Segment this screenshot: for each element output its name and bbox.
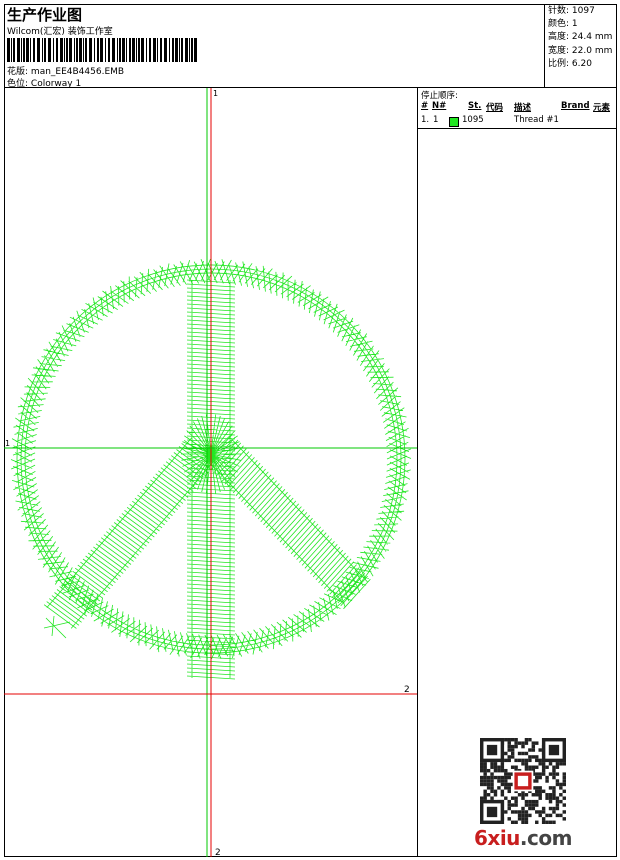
row-number: 1. xyxy=(421,115,430,125)
stat-width: 宽度: 22.0 mm xyxy=(548,45,613,56)
col-header-element: 元素 xyxy=(593,103,611,113)
axis-label-top: 1 xyxy=(213,89,218,98)
page-title: 生产作业图 xyxy=(7,6,83,24)
row-code: 1095 xyxy=(462,115,484,125)
studio-name: Wilcom(汇宏) 装饰工作室 xyxy=(7,27,113,37)
peace-sign-embroidery: 1 1 2 2 xyxy=(4,88,417,857)
col-header-brand: Brand xyxy=(561,101,590,111)
stat-colors: 颜色: 1 xyxy=(548,19,578,30)
stop-sequence-header: # N# St. 代码 描述 Brand 元素 xyxy=(418,101,617,114)
stop-sequence-title: 停止顺序: xyxy=(421,91,458,101)
col-header-num: # xyxy=(421,101,429,111)
sheet-header: 生产作业图 Wilcom(汇宏) 装饰工作室 花版: man_EE4B4456.… xyxy=(4,4,617,89)
axis-label-bottom: 2 xyxy=(215,848,221,857)
axis-label-right: 2 xyxy=(404,685,410,695)
thread-color-swatch xyxy=(449,117,459,127)
row-description: Thread #1 xyxy=(514,115,559,125)
col-header-code: 代码 xyxy=(486,103,504,113)
col-header-needle: N# xyxy=(432,101,447,111)
row-needle: 1 xyxy=(433,115,439,125)
axis-label-left: 1 xyxy=(5,439,10,448)
design-canvas: 1 1 2 2 xyxy=(4,88,417,857)
qr-code xyxy=(480,738,566,824)
watermark-logo: 6xiu.com xyxy=(474,826,572,850)
col-header-st: St. xyxy=(468,101,482,111)
stat-height: 高度: 24.4 mm xyxy=(548,32,613,43)
design-stats: 针数: 1097 颜色: 1 高度: 24.4 mm 宽度: 22.0 mm 比… xyxy=(544,4,617,87)
barcode xyxy=(7,38,197,62)
stat-scale: 比例: 6.20 xyxy=(548,58,592,69)
col-header-desc: 描述 xyxy=(514,103,532,113)
stop-sequence-row: 1. 1 1095 Thread #1 xyxy=(418,115,617,129)
stat-stitches: 针数: 1097 xyxy=(548,6,595,16)
